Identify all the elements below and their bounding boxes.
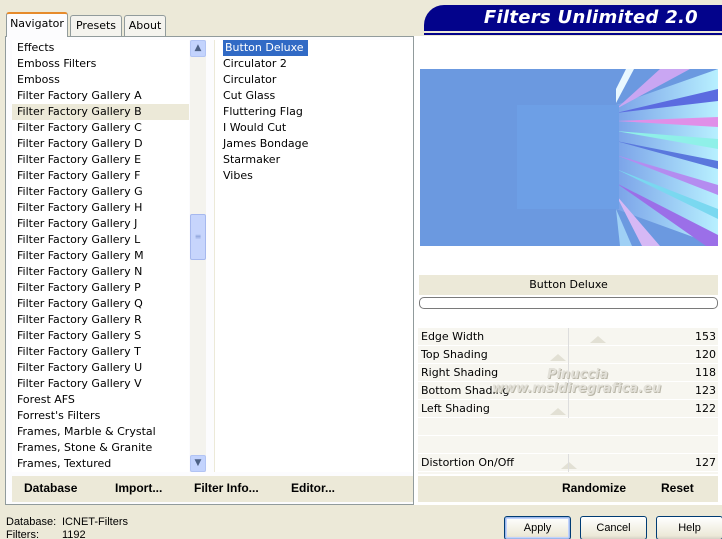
category-item[interactable]: Filter Factory Gallery L [12,232,189,248]
parameter-label: Top Shading [421,348,488,361]
category-item[interactable]: Effects [12,40,189,56]
randomize-button[interactable]: Randomize [562,481,626,495]
reset-button[interactable]: Reset [661,481,694,495]
scroll-thumb[interactable]: ≡ [190,214,206,260]
category-list[interactable]: Effects Emboss Filters Emboss Filter Factor… [12,40,189,472]
filter-item[interactable]: Circulator 2 [215,56,413,72]
database-button[interactable]: Database [24,481,77,495]
category-item[interactable]: Filter Factory Gallery U [12,360,189,376]
parameter-value: 120 [695,348,716,361]
parameter-slider[interactable]: Edge Width 153 [418,328,718,346]
category-item[interactable]: Filter Factory Gallery D [12,136,189,152]
parameter-slot-empty [418,418,718,436]
slider-track [568,454,569,472]
preview-button-face [517,105,619,209]
category-item[interactable]: Forest AFS [12,392,189,408]
filters-count-label: Filters: [6,529,39,539]
category-item[interactable]: Forrest's Filters [12,408,189,424]
category-scrollbar[interactable]: ▲ ≡ ▼ [190,40,206,472]
category-item[interactable]: Emboss [12,72,189,88]
cancel-button[interactable]: Cancel [580,516,647,539]
parameter-value: 127 [695,456,716,469]
watermark-line: www.msldiregrafica.eu [492,381,662,396]
category-item[interactable]: Filter Factory Gallery A [12,88,189,104]
filter-item[interactable]: Circulator [215,72,413,88]
parameter-label: Left Shading [421,402,490,415]
category-item[interactable]: Filter Factory Gallery H [12,200,189,216]
parameter-slider[interactable]: Distortion On/Off 127 [418,454,718,472]
database-value: ICNET-Filters [62,516,128,528]
category-item[interactable]: Filter Factory Gallery R [12,312,189,328]
filter-item[interactable]: Fluttering Flag [215,104,413,120]
filter-item[interactable]: I Would Cut [215,120,413,136]
preview-image [420,69,718,246]
filter-list[interactable]: Button Deluxe Circulator 2 Circulator Cut G… [214,40,413,472]
scroll-up-button[interactable]: ▲ [190,40,206,57]
apply-button[interactable]: Apply [504,516,571,539]
filter-item[interactable]: Starmaker [215,152,413,168]
filter-item[interactable]: Cut Glass [215,88,413,104]
parameter-slot-empty [418,436,718,454]
tab-about[interactable]: About [124,15,166,36]
database-label: Database: [6,516,57,528]
category-item[interactable]: Filter Factory Gallery P [12,280,189,296]
filter-info-button[interactable]: Filter Info... [194,481,259,495]
parameter-slider[interactable]: Top Shading 120 [418,346,718,364]
category-item[interactable]: Frames, Marble & Crystal [12,424,189,440]
watermark: Pinuccia www.msldiregrafica.eu [492,368,661,396]
progress-bar [419,297,718,309]
slider-track [568,328,569,346]
tab-presets[interactable]: Presets [70,15,122,36]
parameter-label: Right Shading [421,366,499,379]
filter-item[interactable]: Button Deluxe [223,40,308,56]
parameter-value: 118 [695,366,716,379]
category-item[interactable]: Filter Factory Gallery F [12,168,189,184]
filters-count-value: 1192 [62,529,86,539]
category-item[interactable]: Filter Factory Gallery T [12,344,189,360]
help-button[interactable]: Help [656,516,722,539]
category-item[interactable]: Filter Factory Gallery V [12,376,189,392]
category-item[interactable]: Filter Factory Gallery Q [12,296,189,312]
category-item[interactable]: Filter Factory Gallery C [12,120,189,136]
tab-navigator[interactable]: Navigator [6,12,68,37]
category-item[interactable]: Filter Factory Gallery M [12,248,189,264]
category-item[interactable]: Filter Factory Gallery G [12,184,189,200]
parameter-slider[interactable]: Left Shading 122 [418,400,718,418]
category-item[interactable]: Filter Factory Gallery J [12,216,189,232]
category-item[interactable]: Filter Factory Gallery E [12,152,189,168]
parameter-value: 123 [695,384,716,397]
parameter-label: Distortion On/Off [421,456,514,469]
parameter-value: 153 [695,330,716,343]
editor-button[interactable]: Editor... [291,481,335,495]
category-item[interactable]: Emboss Filters [12,56,189,72]
parameter-label: Edge Width [421,330,485,343]
filter-item[interactable]: Vibes [215,168,413,184]
category-item[interactable]: Filter Factory Gallery S [12,328,189,344]
category-item[interactable]: Filter Factory Gallery N [12,264,189,280]
parameter-sliders: Edge Width 153 Top Shading 120 Right Shading… [418,328,718,474]
app-title: Filters Unlimited 2.0 [424,5,722,31]
navigator-toolbar: Database Import... Filter Info... Editor… [12,476,413,502]
slider-track [568,400,569,418]
parameter-value: 122 [695,402,716,415]
watermark-line: Pinuccia [547,367,609,382]
current-filter-name: Button Deluxe [419,275,718,295]
slider-track [568,346,569,364]
category-item[interactable]: Frames, Stone & Granite [12,440,189,456]
category-item[interactable]: Filter Factory Gallery B [12,104,189,120]
import-button[interactable]: Import... [115,481,162,495]
category-item[interactable]: Frames, Textured [12,456,189,472]
filter-toolbar: Randomize Reset [418,476,718,502]
filter-item[interactable]: James Bondage [215,136,413,152]
scroll-down-button[interactable]: ▼ [190,455,206,472]
